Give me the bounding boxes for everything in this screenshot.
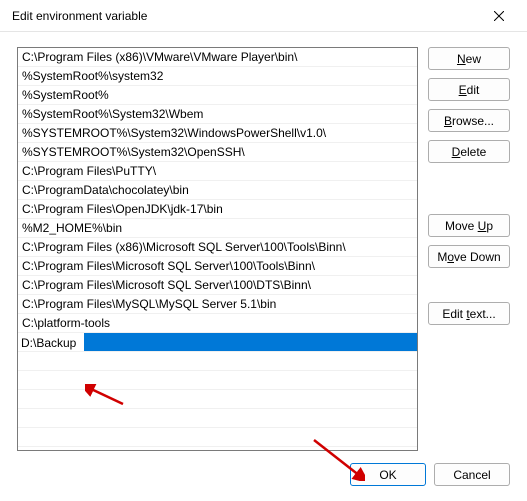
- list-item[interactable]: C:\Program Files\Microsoft SQL Server\10…: [18, 276, 417, 295]
- path-edit-input[interactable]: [18, 333, 84, 352]
- list-item-empty[interactable]: [18, 409, 417, 428]
- list-inner: C:\Program Files (x86)\VMware\VMware Pla…: [18, 48, 417, 447]
- list-item[interactable]: %SystemRoot%\system32: [18, 67, 417, 86]
- close-icon: [494, 11, 504, 21]
- list-item[interactable]: C:\Program Files (x86)\VMware\VMware Pla…: [18, 48, 417, 67]
- spacer: [428, 276, 510, 294]
- list-item[interactable]: %SystemRoot%: [18, 86, 417, 105]
- ok-button[interactable]: OK: [350, 463, 426, 486]
- move-up-button[interactable]: Move Up: [428, 214, 510, 237]
- list-item[interactable]: %SYSTEMROOT%\System32\OpenSSH\: [18, 143, 417, 162]
- list-item[interactable]: C:\Program Files\PuTTY\: [18, 162, 417, 181]
- main-row: C:\Program Files (x86)\VMware\VMware Pla…: [17, 47, 510, 449]
- side-buttons: New Edit Browse... Delete Move Up Move D…: [428, 47, 510, 449]
- list-item-empty[interactable]: [18, 352, 417, 371]
- list-item-empty[interactable]: [18, 428, 417, 447]
- window-title: Edit environment variable: [12, 9, 479, 23]
- titlebar: Edit environment variable: [0, 0, 527, 32]
- path-listbox[interactable]: C:\Program Files (x86)\VMware\VMware Pla…: [17, 47, 418, 451]
- close-button[interactable]: [479, 2, 519, 30]
- list-item-editing[interactable]: [18, 333, 417, 352]
- edit-text-button[interactable]: Edit text...: [428, 302, 510, 325]
- browse-button[interactable]: Browse...: [428, 109, 510, 132]
- list-item-empty[interactable]: [18, 371, 417, 390]
- list-item[interactable]: C:\Program Files (x86)\Microsoft SQL Ser…: [18, 238, 417, 257]
- new-button[interactable]: New: [428, 47, 510, 70]
- list-item[interactable]: %SYSTEMROOT%\System32\WindowsPowerShell\…: [18, 124, 417, 143]
- dialog-content: C:\Program Files (x86)\VMware\VMware Pla…: [0, 32, 527, 501]
- list-item[interactable]: %M2_HOME%\bin: [18, 219, 417, 238]
- dialog-footer: OK Cancel: [17, 463, 510, 486]
- edit-button[interactable]: Edit: [428, 78, 510, 101]
- cancel-button[interactable]: Cancel: [434, 463, 510, 486]
- list-item[interactable]: C:\ProgramData\chocolatey\bin: [18, 181, 417, 200]
- delete-button[interactable]: Delete: [428, 140, 510, 163]
- list-item[interactable]: C:\Program Files\OpenJDK\jdk-17\bin: [18, 200, 417, 219]
- list-item[interactable]: C:\Program Files\MySQL\MySQL Server 5.1\…: [18, 295, 417, 314]
- spacer: [428, 171, 510, 206]
- list-item[interactable]: C:\platform-tools: [18, 314, 417, 333]
- list-item[interactable]: %SystemRoot%\System32\Wbem: [18, 105, 417, 124]
- list-item[interactable]: C:\Program Files\Microsoft SQL Server\10…: [18, 257, 417, 276]
- move-down-button[interactable]: Move Down: [428, 245, 510, 268]
- list-item-empty[interactable]: [18, 390, 417, 409]
